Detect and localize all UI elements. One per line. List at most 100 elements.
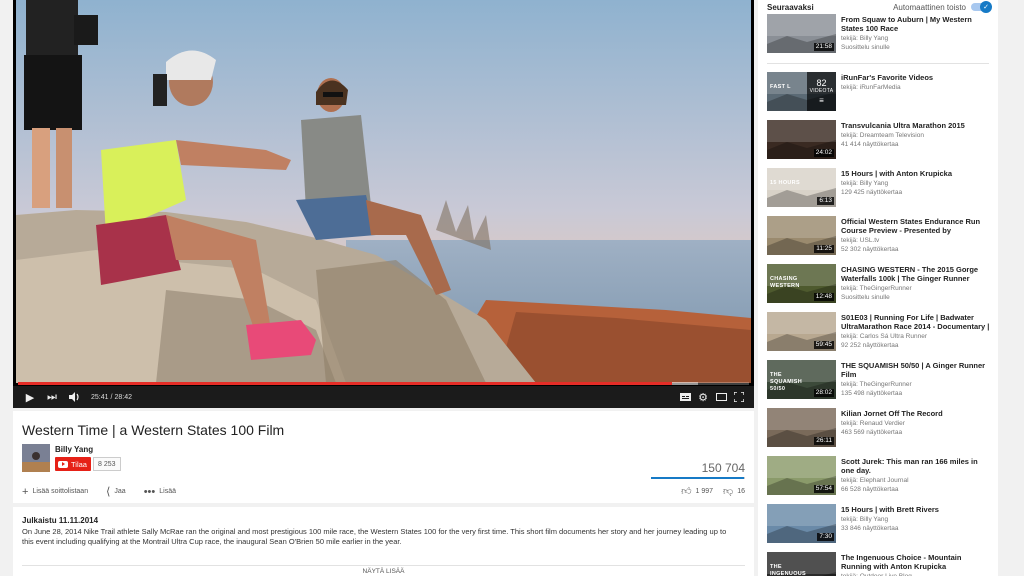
plus-icon: + — [22, 485, 29, 498]
next-icon[interactable]: ⏭ — [41, 386, 63, 408]
thumbnail-caption: 15 HOURS — [770, 180, 800, 186]
recommendation-item[interactable]: 11:25 Official Western States Endurance R… — [767, 216, 991, 260]
video-thumbnail[interactable]: 59:45 — [767, 312, 836, 351]
video-thumbnail[interactable]: FAST L 82 VIDEOTA ≡ — [767, 72, 836, 111]
volume-icon[interactable] — [63, 386, 85, 408]
recommendation-channel: tekijä: Outdoor Live Blog — [841, 572, 991, 576]
recommendation-item[interactable]: FAST L 82 VIDEOTA ≡ iRunFar's Favorite Video… — [767, 72, 991, 116]
share-button[interactable]: ⟨ Jaa — [106, 485, 126, 498]
thumbs-down-icon: 👎︎ — [723, 486, 734, 497]
share-label: Jaa — [114, 488, 126, 495]
playlist-icon: ≡ — [819, 95, 824, 105]
channel-name[interactable]: Billy Yang — [55, 445, 93, 454]
video-player[interactable]: ▶ ⏭ 25:41/28:42 ⚙ — [13, 0, 754, 408]
dislike-count: 16 — [737, 487, 745, 495]
recommendation-title[interactable]: The Ingenuous Choice - Mountain Running … — [841, 553, 991, 571]
video-thumbnail[interactable]: 15 HOURS 6:13 — [767, 168, 836, 207]
recommendation-title[interactable]: CHASING WESTERN - The 2015 Gorge Waterfa… — [841, 265, 991, 283]
like-button[interactable]: 👍︎ 1 997 — [681, 485, 713, 497]
video-thumbnail[interactable]: 11:25 — [767, 216, 836, 255]
settings-icon[interactable]: ⚙ — [694, 386, 712, 408]
recommendation-item[interactable]: 59:45 S01E03 | Running For Life | Badwate… — [767, 312, 991, 356]
like-ratio-bar — [651, 477, 745, 479]
video-thumbnail[interactable]: 21:58 — [767, 14, 836, 53]
recommendation-title[interactable]: 15 Hours | with Brett Rivers — [841, 505, 991, 514]
video-duration: 57:54 — [813, 485, 834, 493]
add-to-label: Lisää soittolistaan — [32, 488, 89, 495]
add-to-playlist-button[interactable]: + Lisää soittolistaan — [22, 486, 88, 498]
recommendation-item[interactable]: 57:54 Scott Jurek: This man ran 166 miles… — [767, 456, 991, 500]
recommendation-item[interactable]: THE INGENUOUS CHOICE The Ingenuous Choice… — [767, 552, 991, 576]
youtube-watch-page: ▶ ⏭ 25:41/28:42 ⚙ Western Time | a Weste… — [0, 0, 1024, 576]
video-frame-image — [16, 0, 751, 383]
theater-icon[interactable] — [712, 386, 730, 408]
video-duration: 12:48 — [813, 293, 834, 301]
recommendation-item[interactable]: 7:30 15 Hours | with Brett Rivers tekijä: … — [767, 504, 991, 548]
show-more-button[interactable]: NÄYTÄ LISÄÄ — [13, 568, 754, 575]
recommendation-channel: tekijä: USL.tv — [841, 237, 880, 244]
recommendation-channel: tekijä: Billy Yang — [841, 516, 889, 523]
play-icon[interactable]: ▶ — [19, 386, 41, 408]
recommendation-title[interactable]: Kilian Jornet Off The Record — [841, 409, 991, 418]
more-icon: ••• — [143, 485, 156, 498]
video-duration: 11:25 — [814, 245, 834, 253]
recommendation-item[interactable]: 24:02 Transvulcania Ultra Marathon 2015 te… — [767, 120, 991, 164]
recommendation-views: 92 252 näyttökertaa — [841, 342, 899, 349]
action-bar: + Lisää soittolistaan ⟨ Jaa ••• Lisää — [22, 485, 194, 499]
up-next-divider — [767, 63, 989, 64]
thumbnail-caption: THE SQUAMISH 50/50 — [770, 372, 803, 392]
video-thumbnail[interactable]: THE SQUAMISH 50/50 28:02 — [767, 360, 836, 399]
more-label: Lisää — [159, 488, 176, 495]
video-thumbnail[interactable]: 7:30 — [767, 504, 836, 543]
recommendation-title[interactable]: THE SQUAMISH 50/50 | A Ginger Runner Fil… — [841, 361, 991, 379]
recommendation-views: 129 425 näyttökertaa — [841, 189, 903, 196]
recommendation-channel: tekijä: Elephant Journal — [841, 477, 909, 484]
view-count: 150 704 — [701, 461, 745, 475]
video-thumbnail[interactable]: 24:02 — [767, 120, 836, 159]
progress-bar[interactable] — [18, 382, 749, 385]
more-button[interactable]: ••• Lisää — [144, 486, 176, 498]
subtitles-icon[interactable] — [676, 386, 694, 408]
recommendation-title[interactable]: Scott Jurek: This man ran 166 miles in o… — [841, 457, 991, 475]
playlist-count: 82 — [816, 77, 827, 88]
dislike-button[interactable]: 👎︎ 16 — [723, 485, 745, 497]
recommendation-views: 135 498 näyttökertaa — [841, 390, 903, 397]
recommendation-title[interactable]: Official Western States Endurance Run Co… — [841, 217, 991, 235]
recommendation-item[interactable]: 15 HOURS 6:13 15 Hours | with Anton Krupic… — [767, 168, 991, 212]
autoplay-toggle[interactable]: ✓ — [971, 1, 992, 13]
recommendation-title[interactable]: Transvulcania Ultra Marathon 2015 — [841, 121, 991, 130]
checkmark-icon: ✓ — [980, 1, 992, 13]
recommendation-channel: tekijä: Dreamteam Television — [841, 132, 924, 139]
recommendation-item[interactable]: THE SQUAMISH 50/50 28:02 THE SQUAMISH 50/5… — [767, 360, 991, 404]
video-duration: 21:58 — [813, 43, 834, 51]
recommendation-channel: tekijä: TheGingerRunner — [841, 285, 912, 292]
recommendation-title[interactable]: S01E03 | Running For Life | Badwater Ult… — [841, 313, 991, 331]
recommendation-channel: tekijä: Renaud Verdier — [841, 420, 905, 427]
video-duration: 6:13 — [817, 197, 834, 205]
rating-bar: 👍︎ 1 997 👎︎ 16 — [671, 485, 745, 497]
channel-avatar[interactable] — [22, 444, 50, 472]
subscriber-count: 8 253 — [93, 457, 121, 471]
recommendation-views: 66 528 näyttökertaa — [841, 486, 899, 493]
recommendation-views: 52 302 näyttökertaa — [841, 246, 899, 253]
related-sidebar: Seuraavaksi Automaattinen toisto ✓ 21:58… — [758, 0, 998, 576]
subscribe-button[interactable]: Tilaa — [55, 457, 91, 471]
recommendation-item[interactable]: CHASING WESTERN 12:48 CHASING WESTERN - Th… — [767, 264, 991, 308]
recommendation-title[interactable]: iRunFar's Favorite Videos — [841, 73, 991, 82]
video-thumbnail[interactable]: CHASING WESTERN 12:48 — [767, 264, 836, 303]
video-duration: 28:02 — [813, 389, 834, 397]
share-icon: ⟨ — [106, 486, 111, 498]
video-thumbnail[interactable]: 57:54 — [767, 456, 836, 495]
video-thumbnail[interactable]: 26:11 — [767, 408, 836, 447]
fullscreen-icon[interactable] — [730, 386, 748, 408]
video-duration: 7:30 — [817, 533, 834, 541]
time-display: 25:41/28:42 — [91, 393, 133, 401]
recommendation-item[interactable]: 26:11 Kilian Jornet Off The Record tekijä:… — [767, 408, 991, 452]
video-frame[interactable] — [16, 0, 751, 383]
recommendation-channel: tekijä: TheGingerRunner — [841, 381, 912, 388]
video-thumbnail[interactable]: THE INGENUOUS CHOICE — [767, 552, 836, 576]
recommendation-item[interactable]: 21:58 From Squaw to Auburn | My Western S… — [767, 14, 991, 58]
thumbnail-caption: FAST L — [770, 84, 791, 90]
recommendation-title[interactable]: From Squaw to Auburn | My Western States… — [841, 15, 991, 33]
recommendation-title[interactable]: 15 Hours | with Anton Krupicka — [841, 169, 991, 178]
